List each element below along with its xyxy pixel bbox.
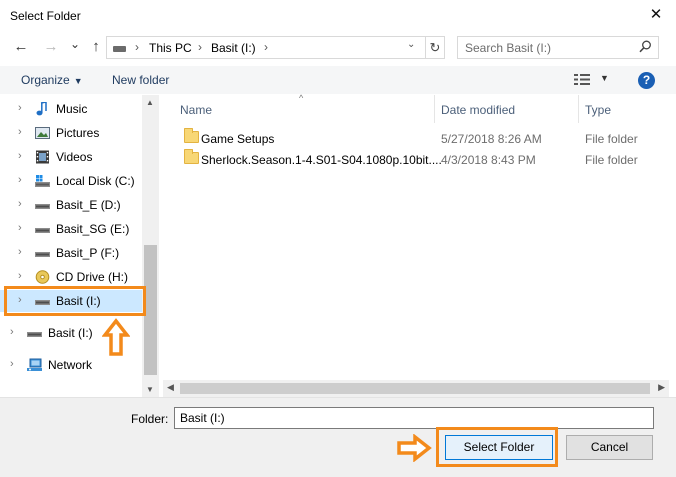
- window-title: Select Folder: [10, 9, 81, 23]
- sidebar-item-label: Basit_SG (E:): [56, 222, 130, 236]
- chevron-right-icon[interactable]: ›: [18, 198, 22, 210]
- network-icon: [27, 358, 42, 372]
- search-placeholder: Search Basit (I:): [465, 41, 552, 55]
- breadcrumb-separator-icon: ›: [135, 40, 139, 54]
- chevron-right-icon[interactable]: ›: [18, 222, 22, 234]
- chevron-right-icon[interactable]: ›: [18, 126, 22, 138]
- highlight-box-select-button: [436, 427, 558, 467]
- cancel-button[interactable]: Cancel: [566, 435, 653, 460]
- navigation-pane-scrollbar[interactable]: ▲ ▼: [142, 95, 159, 397]
- videos-icon: [35, 150, 50, 164]
- right-arrow-annotation-icon: [397, 434, 432, 462]
- chevron-right-icon[interactable]: ›: [18, 174, 22, 186]
- scroll-down-icon[interactable]: ▼: [146, 385, 154, 394]
- sidebar-item-basit-p[interactable]: › Basit_P (F:): [0, 242, 142, 264]
- drive-icon: [35, 198, 50, 212]
- column-header-row: Name Date modified Type: [172, 95, 672, 123]
- sidebar-item-label: Basit_E (D:): [56, 198, 121, 212]
- drive-icon: [35, 222, 50, 236]
- file-type: File folder: [585, 153, 638, 167]
- breadcrumb-separator-icon: ›: [198, 40, 202, 54]
- chevron-down-icon: ▼: [73, 76, 83, 86]
- drive-icon: [27, 326, 42, 340]
- new-folder-button[interactable]: New folder: [112, 73, 169, 87]
- sidebar-item-cd-drive[interactable]: › CD Drive (H:): [0, 266, 142, 288]
- file-date: 4/3/2018 8:43 PM: [441, 153, 536, 167]
- sidebar-item-label: Basit_P (F:): [56, 246, 120, 260]
- file-name: Sherlock.Season.1-4.S01-S04.1080p.10bit.…: [201, 153, 442, 167]
- sidebar-item-basit-e[interactable]: › Basit_E (D:): [0, 194, 142, 216]
- breadcrumb-separator-icon: ›: [264, 40, 268, 54]
- column-header-type[interactable]: Type: [585, 103, 611, 117]
- chevron-right-icon[interactable]: ›: [18, 246, 22, 258]
- column-header-name[interactable]: Name: [180, 103, 212, 117]
- sidebar-item-basit-sg[interactable]: › Basit_SG (E:): [0, 218, 142, 240]
- help-button[interactable]: ?: [638, 72, 655, 89]
- back-arrow-icon[interactable]: ←: [12, 36, 30, 58]
- column-divider[interactable]: [578, 95, 579, 123]
- command-bar: Organize ▼ New folder ▼ ?: [0, 66, 676, 94]
- sidebar-item-pictures[interactable]: › Pictures: [0, 122, 142, 144]
- highlight-box-sidebar: [4, 286, 146, 316]
- chevron-down-icon[interactable]: ▼: [600, 73, 609, 83]
- sidebar-item-label: Network: [48, 358, 93, 372]
- file-row-sherlock[interactable]: Sherlock.Season.1-4.S01-S04.1080p.10bit.…: [172, 149, 672, 170]
- scrollbar-thumb[interactable]: [180, 383, 650, 394]
- search-icon: [639, 40, 652, 56]
- chevron-right-icon[interactable]: ›: [18, 270, 22, 282]
- pictures-icon: [35, 126, 50, 140]
- column-header-date-modified[interactable]: Date modified: [441, 103, 515, 117]
- close-icon[interactable]: ✕: [644, 4, 668, 26]
- chevron-right-icon[interactable]: ›: [18, 150, 22, 162]
- address-bar[interactable]: › This PC › Basit (I:) › ⌄ ↻: [106, 36, 445, 59]
- chevron-right-icon[interactable]: ›: [10, 326, 14, 338]
- forward-arrow-icon[interactable]: →: [42, 36, 60, 58]
- music-icon: [35, 101, 50, 116]
- scroll-right-icon[interactable]: ▶: [658, 382, 665, 393]
- up-arrow-icon[interactable]: ↑: [87, 36, 105, 58]
- column-divider[interactable]: [434, 95, 435, 123]
- title-bar: Select Folder ✕: [0, 0, 676, 31]
- sidebar-item-music[interactable]: › Music: [0, 98, 142, 120]
- cd-drive-icon: [35, 270, 50, 284]
- file-name: Game Setups: [201, 132, 275, 146]
- sidebar-item-label: Local Disk (C:): [56, 174, 135, 188]
- chevron-right-icon[interactable]: ›: [18, 102, 22, 114]
- recent-locations-icon[interactable]: ⌄: [66, 33, 84, 55]
- drive-icon: [35, 246, 50, 260]
- file-type: File folder: [585, 132, 638, 146]
- search-input[interactable]: Search Basit (I:): [457, 36, 659, 59]
- chevron-right-icon[interactable]: ›: [10, 358, 14, 370]
- scroll-left-icon[interactable]: ◀: [167, 382, 174, 393]
- dialog-footer: Folder: Basit (I:) Select Folder Cancel: [0, 397, 676, 477]
- file-list-horizontal-scrollbar[interactable]: ◀ ▶: [163, 380, 669, 397]
- address-dropdown-icon[interactable]: ⌄: [407, 39, 415, 50]
- sidebar-item-local-disk-c[interactable]: › Local Disk (C:): [0, 170, 142, 192]
- breadcrumb-this-pc[interactable]: This PC: [149, 41, 192, 55]
- file-row-game-setups[interactable]: Game Setups 5/27/2018 8:26 AM File folde…: [172, 128, 672, 149]
- sidebar-item-label: Videos: [56, 150, 93, 164]
- local-disk-icon: [35, 174, 50, 188]
- breadcrumb-basit-i[interactable]: Basit (I:): [211, 41, 256, 55]
- navigation-pane: › Music › Pictures › Videos › Local Disk…: [0, 95, 158, 397]
- view-options-icon[interactable]: [574, 74, 590, 85]
- organize-button[interactable]: Organize ▼: [21, 73, 83, 87]
- scroll-up-icon[interactable]: ▲: [146, 98, 154, 107]
- folder-name-field[interactable]: Basit (I:): [174, 407, 654, 429]
- sidebar-item-label: Basit (I:): [48, 326, 93, 340]
- sidebar-item-videos[interactable]: › Videos: [0, 146, 142, 168]
- sidebar-item-label: CD Drive (H:): [56, 270, 128, 284]
- sidebar-item-label: Pictures: [56, 126, 100, 140]
- navigation-bar: ← → ⌄ ↑ › This PC › Basit (I:) › ⌄ ↻ Sea…: [0, 33, 676, 63]
- organize-label: Organize: [21, 73, 70, 87]
- refresh-icon[interactable]: ↻: [425, 37, 444, 58]
- folder-icon: [184, 149, 199, 164]
- file-date: 5/27/2018 8:26 AM: [441, 132, 542, 146]
- folder-icon: [184, 128, 199, 143]
- drive-icon: [113, 46, 126, 52]
- sidebar-item-label: Music: [56, 102, 88, 116]
- folder-label: Folder:: [131, 412, 169, 426]
- up-arrow-annotation-icon: [102, 318, 130, 356]
